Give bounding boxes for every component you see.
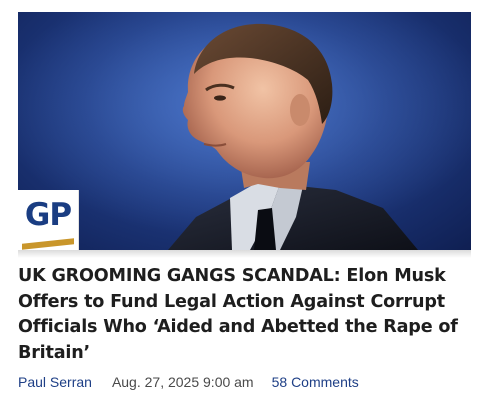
comments-link[interactable]: 58 Comments [272, 374, 359, 390]
featured-image[interactable]: GP [18, 12, 471, 250]
article-headline[interactable]: UK GROOMING GANGS SCANDAL: Elon Musk Off… [18, 264, 463, 366]
article-card: GP UK GROOMING GANGS SCANDAL: Elon Musk … [0, 0, 487, 402]
image-shadow [18, 250, 471, 258]
publish-date: Aug. 27, 2025 9:00 am [111, 374, 254, 390]
portrait-photo [18, 12, 471, 250]
author-link[interactable]: Paul Serran [18, 374, 92, 390]
logo-stripe [22, 238, 74, 250]
logo-text: GP [24, 197, 72, 233]
brand-logo[interactable]: GP [18, 190, 79, 250]
article-meta: Paul Serran Aug. 27, 2025 9:00 am 58 Com… [18, 373, 359, 391]
